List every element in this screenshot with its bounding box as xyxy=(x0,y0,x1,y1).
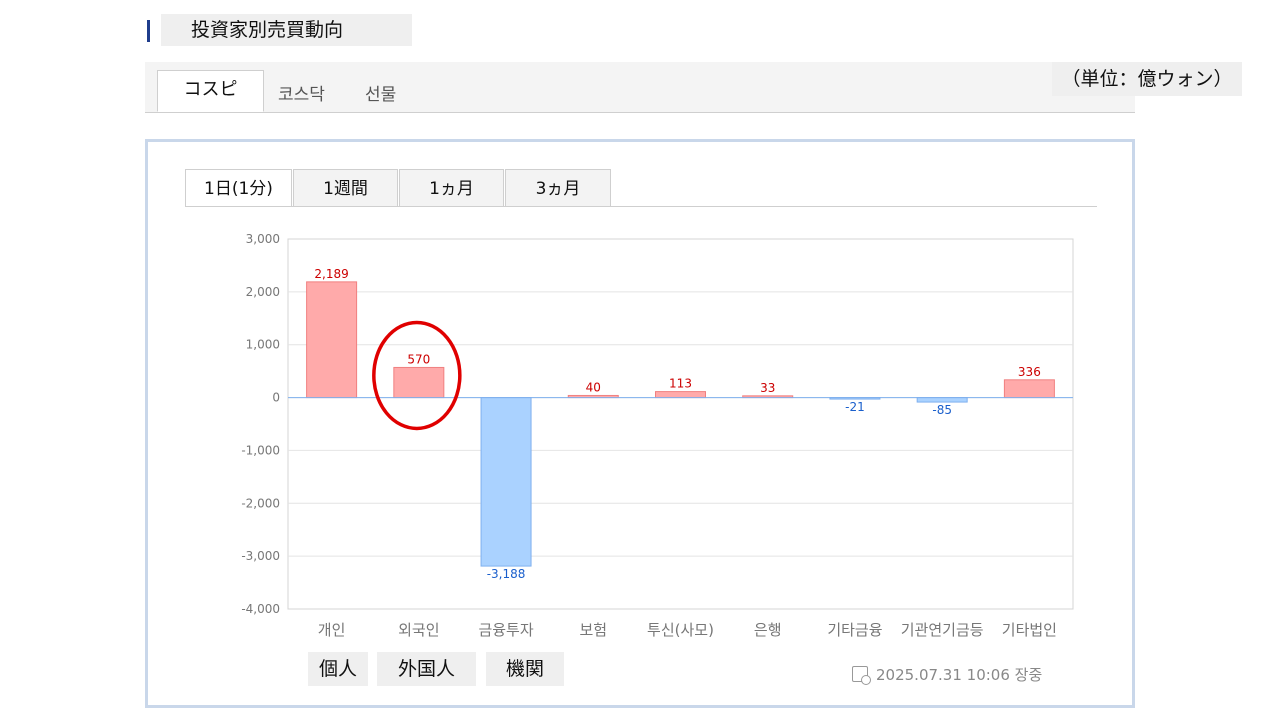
clock-icon xyxy=(852,666,871,685)
chart-panel: 1日(1分) 1週間 1ヵ月 3ヵ月 3,000 2,000 1,000 0 -1,00… xyxy=(145,139,1135,708)
data-label: 2,189 xyxy=(314,267,348,281)
x-tick-label: 기타법인 xyxy=(1002,621,1057,639)
y-tick-label: -1,000 xyxy=(241,443,280,457)
x-tick-label: 은행 xyxy=(754,621,782,639)
y-tick-label: 3,000 xyxy=(246,232,280,246)
x-tick-label: 개인 xyxy=(318,621,346,639)
data-label: -85 xyxy=(932,403,952,417)
timestamp: 2025.07.31 10:06 장중 xyxy=(852,664,1042,685)
y-tick-label: -3,000 xyxy=(241,549,280,563)
y-tick-label: 1,000 xyxy=(246,338,280,352)
data-label: 113 xyxy=(669,377,692,391)
unit-label: （単位：億ウォン） xyxy=(1052,62,1242,96)
x-tick-label: 기관연기금등 xyxy=(901,621,984,639)
tab-kosdaq[interactable]: 코스닥 xyxy=(278,76,325,114)
x-tick-label: 보험 xyxy=(579,621,607,639)
bar-chart: 3,000 2,000 1,000 0 -1,000 -2,000 -3,000 -4,000… xyxy=(241,232,1074,639)
y-tick-label: 0 xyxy=(272,391,280,405)
bar xyxy=(306,281,358,399)
data-label: 33 xyxy=(760,381,775,395)
x-tick-label: 금융투자 xyxy=(478,621,533,639)
x-tick-label: 투신(사모) xyxy=(647,621,714,639)
y-tick-label: -2,000 xyxy=(241,496,280,510)
x-tick-label: 기타금융 xyxy=(827,621,882,639)
bar xyxy=(916,397,968,403)
data-label: -21 xyxy=(845,400,865,414)
data-label: 570 xyxy=(407,352,430,366)
investor-label-individual: 個人 xyxy=(308,652,368,686)
y-tick-label: -4,000 xyxy=(241,602,280,616)
data-label: -3,188 xyxy=(487,567,526,581)
data-label: 40 xyxy=(586,380,601,394)
market-tabs: コスピ 코스닥 선물 xyxy=(145,62,1135,113)
bar xyxy=(1003,379,1055,399)
investor-label-institution: 機関 xyxy=(486,652,564,686)
title-accent-bar xyxy=(147,20,150,42)
bar xyxy=(393,366,445,399)
timestamp-text: 2025.07.31 10:06 장중 xyxy=(876,666,1043,684)
tab-kospi[interactable]: コスピ xyxy=(157,70,264,112)
investor-label-foreign: 外国人 xyxy=(377,652,476,686)
y-tick-label: 2,000 xyxy=(246,285,280,299)
data-label: 336 xyxy=(1018,365,1041,379)
bar xyxy=(480,397,532,567)
page-title: 投資家別売買動向 xyxy=(161,14,412,46)
x-tick-label: 외국인 xyxy=(398,621,439,639)
plot-area xyxy=(287,238,1074,610)
tab-futures[interactable]: 선물 xyxy=(365,76,396,114)
bar xyxy=(655,391,706,399)
